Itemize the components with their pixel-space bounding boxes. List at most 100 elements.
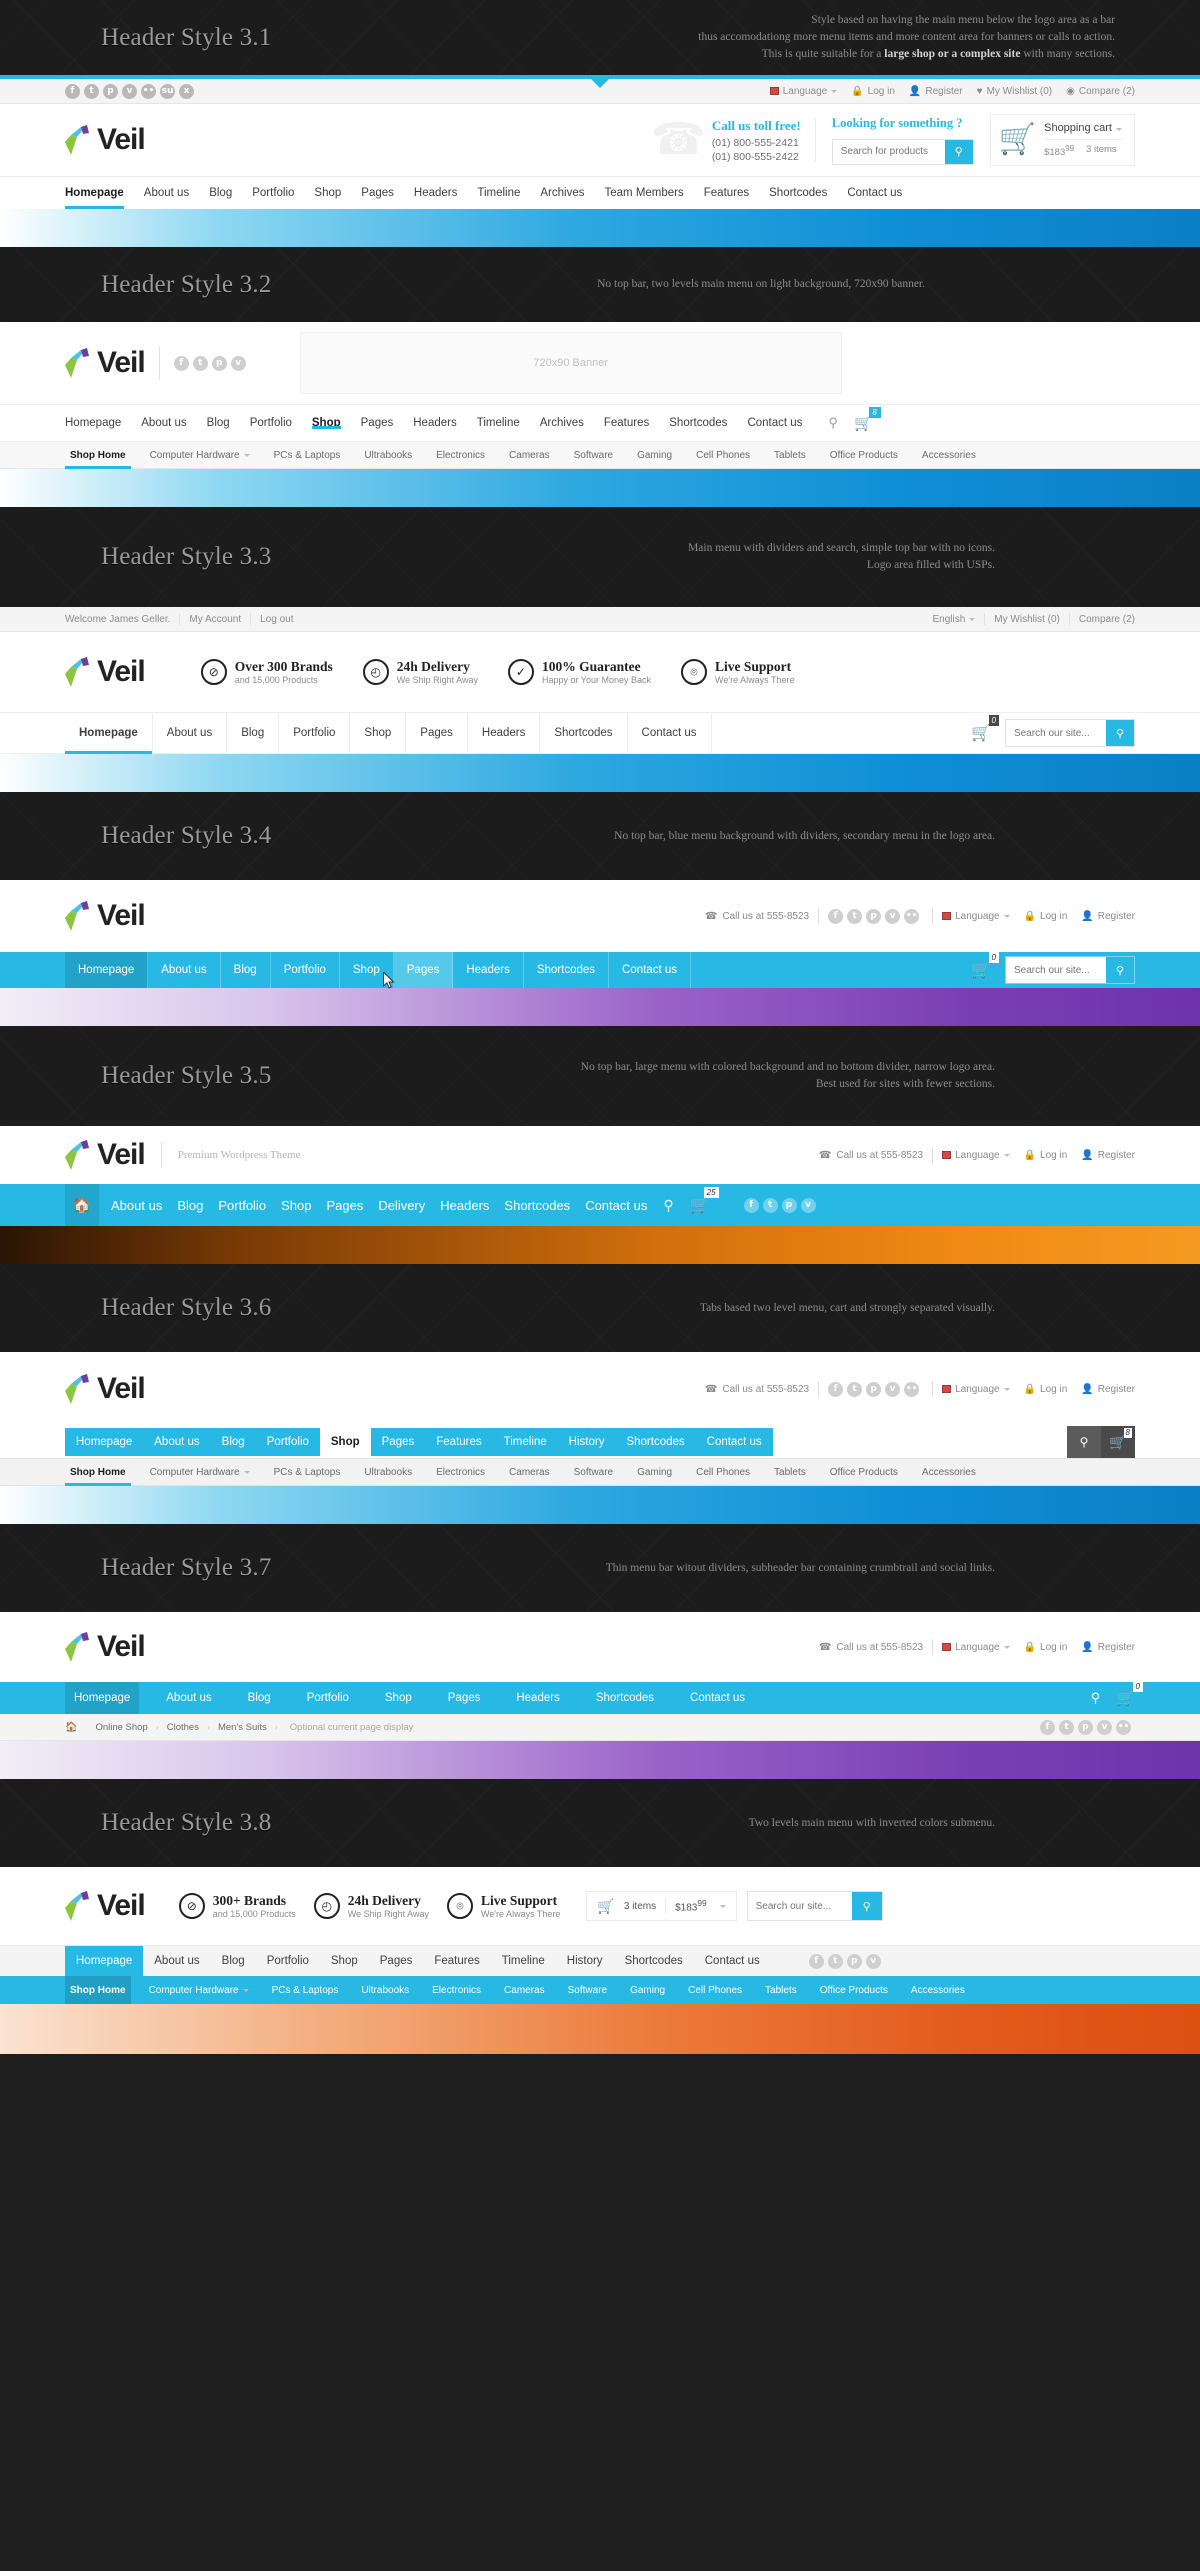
menu-item-pcs-laptops[interactable]: PCs & Laptops bbox=[267, 1976, 344, 2004]
menu-item-pages[interactable]: Pages bbox=[326, 1198, 363, 1213]
site-search-3-8[interactable]: ⚲ bbox=[746, 1891, 883, 1921]
menu-item-about-us[interactable]: About us bbox=[141, 417, 186, 429]
menu-item-ultrabooks[interactable]: Ultrabooks bbox=[359, 1459, 417, 1485]
logo-3-2[interactable]: Veil bbox=[65, 348, 146, 378]
compare-link-3-3[interactable]: Compare (2) bbox=[1079, 614, 1135, 625]
register-link-3-5[interactable]: 👤 Register bbox=[1081, 1150, 1135, 1161]
menu-item-contact-us[interactable]: Contact us bbox=[585, 1198, 647, 1213]
menu-item-contact-us[interactable]: Contact us bbox=[609, 952, 691, 988]
menu-item-headers[interactable]: Headers bbox=[507, 1682, 568, 1714]
cart-icon[interactable]: 🛒 0 bbox=[1116, 1682, 1143, 1707]
logo-3-3[interactable]: Veil bbox=[65, 657, 146, 687]
menu-item-blog[interactable]: Blog bbox=[177, 1198, 203, 1213]
site-search-3-4[interactable]: ⚲ bbox=[1005, 956, 1135, 984]
home-icon[interactable]: 🏠 bbox=[65, 1722, 77, 1733]
menu-item-about-us[interactable]: About us bbox=[111, 1198, 162, 1213]
menu-item-blog[interactable]: Blog bbox=[209, 177, 232, 209]
facebook-icon[interactable]: f bbox=[828, 1381, 844, 1397]
menu-item-electronics[interactable]: Electronics bbox=[427, 1976, 486, 2004]
menu-item-contact-us[interactable]: Contact us bbox=[628, 713, 712, 753]
menu-item-homepage[interactable]: Homepage bbox=[65, 1946, 144, 1976]
menu-item-features[interactable]: Features bbox=[423, 1946, 490, 1976]
breadcrumb-men-s-suits[interactable]: Men's Suits bbox=[210, 1722, 275, 1733]
breadcrumb-clothes[interactable]: Clothes bbox=[159, 1722, 207, 1733]
menu-item-pcs-laptops[interactable]: PCs & Laptops bbox=[269, 1459, 346, 1485]
flickr-icon[interactable]: •• bbox=[904, 908, 920, 924]
logo-3-8[interactable]: Veil bbox=[65, 1891, 146, 1921]
menu-item-shop[interactable]: Shop bbox=[281, 1198, 311, 1213]
menu-item-contact-us[interactable]: Contact us bbox=[695, 1428, 773, 1456]
logo-3-6[interactable]: Veil bbox=[65, 1374, 146, 1404]
menu-item-shop[interactable]: Shop bbox=[320, 1946, 369, 1976]
banner-720x90[interactable]: 720x90 Banner bbox=[299, 332, 842, 394]
language-selector-3-1[interactable]: Language bbox=[769, 86, 838, 97]
facebook-icon[interactable]: f bbox=[828, 908, 844, 924]
menu-item-shop[interactable]: Shop bbox=[314, 177, 341, 209]
menu-item-about-us[interactable]: About us bbox=[157, 1682, 220, 1714]
search-icon[interactable]: ⚲ bbox=[1091, 1690, 1101, 1706]
menu-item-blog[interactable]: Blog bbox=[239, 1682, 280, 1714]
menu-item-pages[interactable]: Pages bbox=[361, 177, 394, 209]
stumbleupon-icon[interactable]: su bbox=[160, 83, 175, 99]
menu-item-portfolio[interactable]: Portfolio bbox=[218, 1198, 266, 1213]
site-search-3-3[interactable]: ⚲ bbox=[1005, 719, 1135, 747]
pinterest-icon[interactable]: p bbox=[211, 355, 227, 371]
menu-item-timeline[interactable]: Timeline bbox=[491, 1946, 556, 1976]
menu-item-timeline[interactable]: Timeline bbox=[477, 417, 520, 429]
logo-3-4[interactable]: Veil bbox=[65, 901, 146, 931]
language-selector-3-4[interactable]: Language bbox=[942, 911, 1010, 922]
twitter-icon[interactable]: t bbox=[84, 83, 99, 99]
search-icon[interactable]: ⚲ bbox=[944, 139, 973, 164]
twitter-icon[interactable]: t bbox=[1059, 1719, 1074, 1735]
language-selector-3-7[interactable]: Language bbox=[942, 1642, 1010, 1653]
menu-item-pages[interactable]: Pages bbox=[439, 1682, 490, 1714]
search-icon[interactable]: ⚲ bbox=[851, 1892, 882, 1920]
cart-block-3-1[interactable]: 🛒 Shopping cart $18399 3 items bbox=[989, 113, 1135, 167]
home-icon[interactable]: 🏠 bbox=[65, 1184, 99, 1226]
my-account-link-3-3[interactable]: My Account bbox=[189, 614, 241, 625]
menu-item-features[interactable]: Features bbox=[425, 1428, 493, 1456]
login-link-3-4[interactable]: 🔒 Log in bbox=[1024, 911, 1068, 922]
menu-item-gaming[interactable]: Gaming bbox=[632, 1459, 677, 1485]
menu-item-homepage[interactable]: Homepage bbox=[65, 417, 121, 429]
menu-item-computer-hardware[interactable]: Computer Hardware bbox=[145, 1459, 255, 1485]
twitter-icon[interactable]: t bbox=[762, 1197, 778, 1213]
search-input-3-8[interactable] bbox=[747, 1892, 852, 1920]
menu-item-pages[interactable]: Pages bbox=[361, 417, 394, 429]
menu-item-pages[interactable]: Pages bbox=[393, 952, 454, 988]
cart-icon[interactable]: 🛒 0 bbox=[971, 952, 999, 980]
vimeo-icon[interactable]: v bbox=[885, 1381, 901, 1397]
menu-item-blog[interactable]: Blog bbox=[227, 713, 280, 753]
menu-item-blog[interactable]: Blog bbox=[207, 417, 230, 429]
breadcrumb-online-shop[interactable]: Online Shop bbox=[87, 1722, 155, 1733]
language-selector-3-5[interactable]: Language bbox=[942, 1150, 1010, 1161]
menu-item-tablets[interactable]: Tablets bbox=[769, 1459, 811, 1485]
vimeo-icon[interactable]: v bbox=[230, 355, 246, 371]
twitter-icon[interactable]: t bbox=[192, 355, 208, 371]
menu-item-about-us[interactable]: About us bbox=[143, 1946, 210, 1976]
menu-item-shop-home[interactable]: Shop Home bbox=[65, 1459, 131, 1486]
cart-icon[interactable]: 🛒 8 bbox=[854, 407, 881, 432]
login-link-3-5[interactable]: 🔒 Log in bbox=[1024, 1150, 1068, 1161]
menu-item-pages[interactable]: Pages bbox=[369, 1946, 424, 1976]
login-link-3-7[interactable]: 🔒 Log in bbox=[1024, 1642, 1068, 1653]
cart-icon[interactable]: 🛒 25 bbox=[690, 1187, 719, 1215]
menu-item-shortcodes[interactable]: Shortcodes bbox=[587, 1682, 663, 1714]
menu-item-electronics[interactable]: Electronics bbox=[431, 442, 490, 468]
menu-item-office-products[interactable]: Office Products bbox=[825, 442, 903, 468]
menu-item-cell-phones[interactable]: Cell Phones bbox=[683, 1976, 747, 2004]
logo-3-5[interactable]: Veil bbox=[65, 1140, 146, 1170]
menu-item-cell-phones[interactable]: Cell Phones bbox=[691, 1459, 755, 1485]
menu-item-blog[interactable]: Blog bbox=[221, 952, 271, 988]
menu-item-headers[interactable]: Headers bbox=[453, 952, 524, 988]
logout-link-3-3[interactable]: Log out bbox=[260, 614, 293, 625]
menu-item-timeline[interactable]: Timeline bbox=[492, 1428, 558, 1456]
register-link-3-7[interactable]: 👤 Register bbox=[1081, 1642, 1135, 1653]
search-icon[interactable]: ⚲ bbox=[1067, 1426, 1101, 1458]
menu-item-portfolio[interactable]: Portfolio bbox=[279, 713, 351, 753]
facebook-icon[interactable]: f bbox=[743, 1197, 759, 1213]
cart-block-3-8[interactable]: 🛒 3 items $18399 bbox=[586, 1891, 737, 1921]
search-input-3-1[interactable] bbox=[832, 139, 945, 164]
menu-item-office-products[interactable]: Office Products bbox=[825, 1459, 903, 1485]
menu-item-about-us[interactable]: About us bbox=[153, 713, 228, 753]
